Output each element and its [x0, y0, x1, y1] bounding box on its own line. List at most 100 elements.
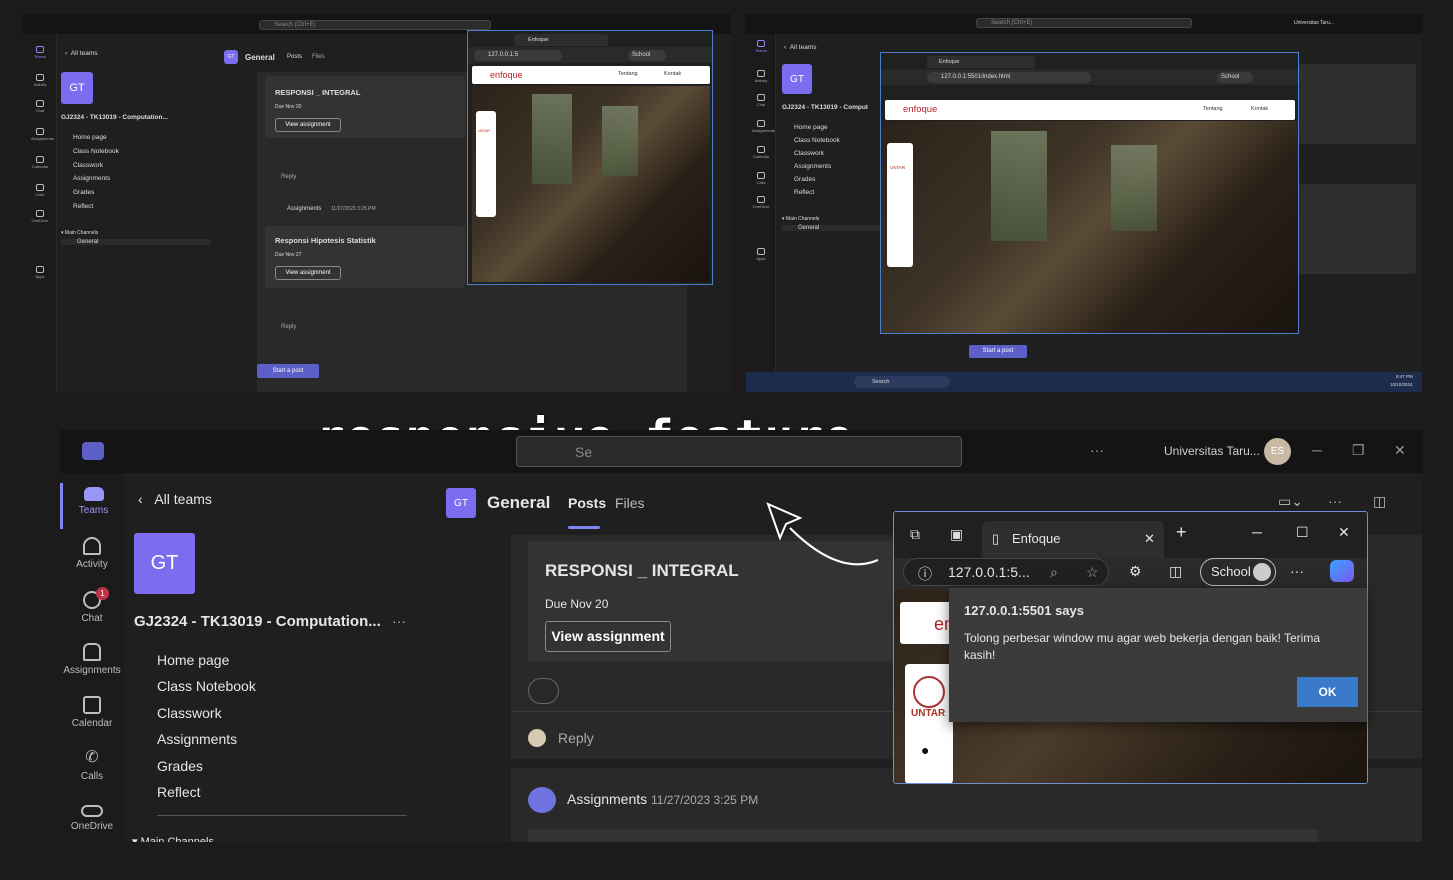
rail-calendar[interactable]: Calendar: [752, 146, 770, 159]
nav-home[interactable]: Home page: [794, 124, 828, 131]
site-nav-kontak[interactable]: Kontak: [664, 71, 681, 77]
panel-icon[interactable]: ◫: [1373, 493, 1386, 510]
back-link[interactable]: ‹ All teams: [65, 50, 98, 57]
team-name[interactable]: GJ2324 - TK13019 - Comput: [782, 104, 868, 111]
rail-chat[interactable]: Chat: [31, 100, 49, 113]
nav-assignments[interactable]: Assignments: [794, 163, 831, 170]
rail-onedrive[interactable]: OneDrive: [31, 210, 49, 223]
site-nav-kontak[interactable]: Kontak: [1251, 106, 1268, 112]
browser-tab[interactable]: ▯ Enfoque ✕: [982, 521, 1164, 558]
reaction-icon[interactable]: [528, 678, 559, 704]
nav-notebook[interactable]: Class Notebook: [73, 148, 119, 155]
address-field[interactable]: ⓘ 127.0.0.1:5... ⌕ ☆: [903, 558, 1109, 586]
rail-assignments[interactable]: Assignments: [752, 120, 775, 133]
browser-tab[interactable]: Enfoque: [514, 34, 608, 46]
menu-icon[interactable]: ···: [1290, 563, 1304, 579]
nav-grades[interactable]: Grades: [794, 176, 815, 183]
more-options-icon[interactable]: ···: [1328, 493, 1342, 509]
search-input[interactable]: Se: [516, 436, 962, 467]
team-name[interactable]: GJ2324 - TK13019 - Computation...: [61, 114, 168, 121]
video-icon[interactable]: ▭⌄: [1278, 493, 1303, 510]
view-assignment-button[interactable]: View assignment: [545, 621, 671, 652]
site-nav-tentang[interactable]: Tentang: [1203, 106, 1223, 112]
team-name[interactable]: GJ2324 - TK13019 - Computation...: [134, 613, 381, 630]
nav-reflect[interactable]: Reflect: [794, 189, 814, 196]
rail-activity[interactable]: Activity: [752, 70, 770, 83]
site-nav-tentang[interactable]: Tentang: [618, 71, 638, 77]
star-icon[interactable]: ☆: [1086, 564, 1099, 581]
rail-calls[interactable]: Calls: [752, 172, 770, 185]
address-field[interactable]: 127.0.0.1:5501/index.html: [927, 72, 1091, 83]
rail-chat[interactable]: Chat 1: [60, 587, 124, 624]
user-avatar[interactable]: ES: [1264, 438, 1291, 465]
rail-calendar[interactable]: Calendar: [31, 156, 49, 169]
rail-activity[interactable]: Activity: [31, 74, 49, 87]
restore-icon[interactable]: ❐: [1352, 442, 1365, 459]
channels-header[interactable]: ▾ Main Channels: [782, 216, 819, 222]
tab-files[interactable]: Files: [312, 54, 325, 60]
close-icon[interactable]: ✕: [1338, 524, 1350, 541]
maximize-icon[interactable]: ☐: [1296, 524, 1309, 541]
rail-apps[interactable]: Apps: [752, 248, 770, 261]
back-link[interactable]: ‹ All teams: [138, 491, 212, 507]
taskbar-search[interactable]: Search: [854, 376, 950, 388]
address-field[interactable]: 127.0.0.1:5: [474, 50, 562, 61]
rail-assignments[interactable]: Assignments: [31, 128, 54, 141]
start-post-button[interactable]: Start a post: [257, 364, 319, 378]
workspaces-icon[interactable]: ⧉: [910, 526, 920, 543]
back-link[interactable]: ‹ All teams: [784, 44, 817, 51]
nav-assignments[interactable]: Assignments: [73, 175, 110, 182]
nav-home[interactable]: Home page: [73, 134, 107, 141]
nav-grades[interactable]: Grades: [73, 189, 94, 196]
new-tab-icon[interactable]: +: [1176, 522, 1187, 543]
start-post-button[interactable]: Start a post: [969, 345, 1027, 358]
extensions-icon[interactable]: ⚙: [1129, 563, 1142, 580]
search-input[interactable]: Search (Ctrl+E): [259, 20, 491, 30]
minimize-icon[interactable]: ─: [1252, 524, 1262, 540]
rail-assignments[interactable]: Assignments: [60, 643, 124, 676]
nav-reflect[interactable]: Reflect: [157, 784, 201, 800]
reply-link[interactable]: Reply: [281, 174, 296, 180]
tab-posts[interactable]: Posts: [287, 54, 302, 60]
rail-teams[interactable]: Teams: [752, 40, 770, 53]
view-assignment-button[interactable]: View assignment: [275, 266, 341, 280]
org-name[interactable]: Universitas Taru...: [1164, 444, 1260, 458]
minimize-icon[interactable]: ─: [1312, 442, 1322, 458]
rail-apps[interactable]: Apps: [31, 266, 49, 279]
rail-activity[interactable]: Activity: [60, 537, 124, 570]
team-more-icon[interactable]: ···: [392, 613, 406, 629]
nav-notebook[interactable]: Class Notebook: [794, 137, 840, 144]
more-icon[interactable]: ···: [1090, 442, 1104, 458]
channel-general[interactable]: General: [61, 239, 211, 245]
tab-posts[interactable]: Posts: [568, 495, 606, 511]
rail-calls[interactable]: Calls: [31, 184, 49, 197]
close-icon[interactable]: ✕: [1394, 442, 1406, 459]
copilot-icon[interactable]: [1330, 560, 1354, 582]
rail-onedrive[interactable]: OneDrive: [752, 196, 770, 209]
rail-onedrive[interactable]: OneDrive: [60, 801, 124, 832]
rail-chat[interactable]: Chat: [752, 94, 770, 107]
channels-header[interactable]: ▾ Main Channels: [132, 835, 214, 842]
site-brand[interactable]: enfoque: [490, 70, 523, 80]
nav-grades[interactable]: Grades: [157, 758, 203, 774]
profile-button[interactable]: School: [628, 50, 666, 61]
nav-reflect[interactable]: Reflect: [73, 203, 93, 210]
view-assignment-button[interactable]: View assignment: [275, 118, 341, 132]
zoom-icon[interactable]: ⌕: [1050, 564, 1058, 581]
nav-classwork[interactable]: Classwork: [794, 150, 824, 157]
clock-icon[interactable]: ●: [921, 742, 929, 758]
search-input[interactable]: Search (Ctrl+E): [976, 18, 1192, 28]
split-icon[interactable]: ◫: [1169, 563, 1182, 580]
reply-link[interactable]: Reply: [558, 730, 594, 746]
nav-assignments[interactable]: Assignments: [157, 731, 237, 747]
nav-classwork[interactable]: Classwork: [73, 162, 103, 169]
channels-header[interactable]: ▾ Main Channels: [61, 230, 98, 236]
rail-calls[interactable]: ✆ Calls: [60, 749, 124, 782]
nav-home[interactable]: Home page: [157, 652, 229, 668]
nav-classwork[interactable]: Classwork: [157, 705, 222, 721]
rail-calendar[interactable]: Calendar: [60, 696, 124, 729]
tab-files[interactable]: Files: [615, 495, 645, 511]
site-brand[interactable]: enfoque: [903, 104, 937, 115]
reply-link[interactable]: Reply: [281, 324, 296, 330]
tab-close-icon[interactable]: ✕: [1144, 531, 1155, 547]
